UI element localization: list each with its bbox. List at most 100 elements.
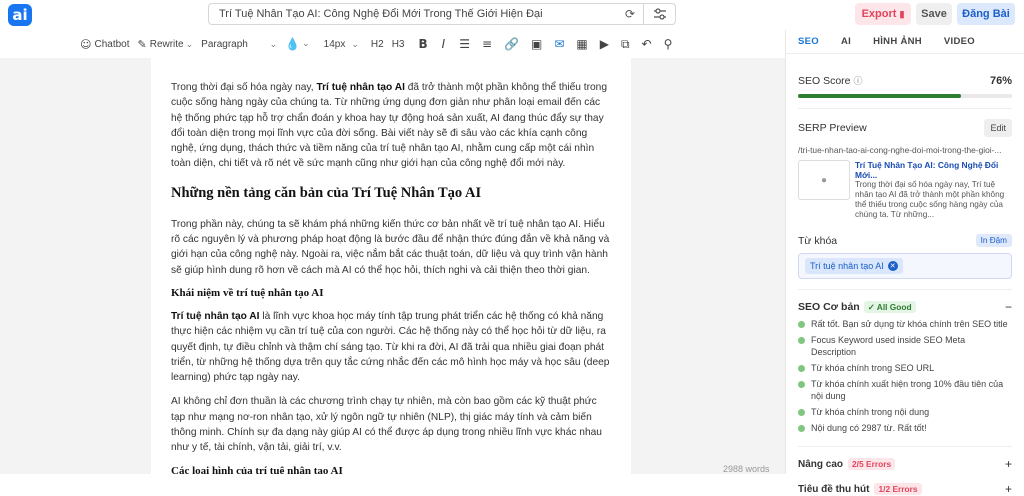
serp-description: Trong thời đại số hóa ngày nay, Trí tuệ … bbox=[855, 180, 1005, 219]
seo-score-bar bbox=[798, 94, 1012, 98]
refresh-icon[interactable]: ⟳ bbox=[617, 4, 643, 24]
pdf-icon: ▮ bbox=[899, 8, 905, 19]
rewrite-button[interactable]: ✎ Rewrite ⌄ bbox=[134, 33, 198, 55]
paragraph[interactable]: AI không chỉ đơn thuần là các chương trì… bbox=[171, 394, 611, 455]
error-badge: 2/5 Errors bbox=[848, 457, 896, 470]
chatbot-button[interactable]: ☺ Chatbot bbox=[76, 33, 134, 55]
check-icon bbox=[798, 336, 805, 344]
advanced-label: Nâng cao bbox=[798, 458, 844, 470]
undo-icon[interactable]: ↶ bbox=[638, 33, 656, 55]
check-item: Focus Keyword used inside SEO Meta Descr… bbox=[798, 334, 1012, 358]
app-logo[interactable]: ai bbox=[8, 4, 32, 26]
bullet-list-icon[interactable]: ☰ bbox=[455, 33, 474, 55]
bold-keyword-badge[interactable]: In Đậm bbox=[975, 234, 1012, 247]
keyword-bold: Trí tuệ nhân tạo AI bbox=[171, 310, 260, 322]
headline-header[interactable]: Tiêu đề thu hút 1/2 Errors + bbox=[798, 482, 1012, 496]
doc-title-field[interactable]: Trí Tuệ Nhân Tạo AI: Công Nghệ Đổi Mới T… bbox=[208, 3, 676, 25]
serp-title: Trí Tuệ Nhân Tạo AI: Công Nghệ Đổi Mới..… bbox=[855, 160, 999, 180]
font-size-select[interactable]: 14px ⌄ bbox=[320, 33, 363, 55]
expand-icon[interactable]: + bbox=[1005, 482, 1012, 496]
seo-sidebar: SEO AI HÌNH ẢNH VIDEO SEO Score ⓘ 76% SE… bbox=[785, 30, 1024, 496]
text-color-icon[interactable]: 💧 ⌄ bbox=[281, 33, 314, 55]
serp-header: SERP Preview Edit bbox=[798, 119, 1012, 137]
seo-score-label: SEO Score ⓘ bbox=[798, 75, 863, 87]
h3-button[interactable]: H3 bbox=[388, 33, 409, 55]
headline-label: Tiêu đề thu hút bbox=[798, 483, 870, 495]
chevron-down-icon: ⌄ bbox=[185, 38, 194, 49]
collapse-icon[interactable]: − bbox=[1005, 300, 1012, 314]
rewrite-label: Rewrite bbox=[149, 38, 184, 50]
basic-seo-header[interactable]: SEO Cơ bản ✓ All Good − bbox=[798, 300, 1012, 314]
numbered-list-icon[interactable]: ≡ bbox=[478, 33, 496, 55]
chevron-down-icon: ⌄ bbox=[351, 38, 359, 49]
heading-h3[interactable]: Các loại hình của trí tuệ nhân tạo AI bbox=[171, 465, 611, 474]
help-icon[interactable]: ⓘ bbox=[853, 76, 862, 86]
keyword-bold: Trí tuệ nhân tạo AI bbox=[316, 82, 405, 93]
close-icon[interactable]: ✕ bbox=[887, 261, 898, 271]
video-icon[interactable]: ▶ bbox=[596, 33, 613, 55]
heading-h2[interactable]: Những nền tảng căn bản của Trí Tuệ Nhân … bbox=[171, 185, 611, 202]
italic-button[interactable]: I bbox=[438, 33, 450, 55]
table-icon[interactable]: ▦ bbox=[572, 33, 591, 55]
h2-button[interactable]: H2 bbox=[367, 33, 388, 55]
export-button[interactable]: Export ▮ bbox=[855, 3, 911, 25]
image-placeholder-icon[interactable]: ● bbox=[798, 160, 850, 200]
check-list: Rất tốt. Bạn sử dụng từ khóa chính trên … bbox=[798, 318, 1012, 434]
serp-url: /tri-tue-nhan-tao-ai-cong-nghe-doi-moi-t… bbox=[798, 145, 1002, 155]
editor-canvas: Trong thời đại số hóa ngày nay, Trí tuệ … bbox=[0, 58, 785, 474]
doc-title[interactable]: Trí Tuệ Nhân Tạo AI: Công Nghệ Đổi Mới T… bbox=[219, 8, 617, 20]
keyword-header: Từ khóa In Đậm bbox=[798, 234, 1012, 247]
seo-score: SEO Score ⓘ 76% bbox=[798, 74, 1012, 88]
keyword-label: Từ khóa bbox=[798, 234, 838, 247]
export-label: Export bbox=[861, 8, 897, 20]
check-item: Từ khóa chính trong nội dung bbox=[798, 406, 1012, 418]
keyword-chip[interactable]: Trí tuệ nhân tạo AI ✕ bbox=[805, 258, 903, 274]
code-icon[interactable]: ⧉ bbox=[617, 33, 634, 55]
chevron-down-icon: ⌄ bbox=[302, 39, 310, 49]
document-page[interactable]: Trong thời đại số hóa ngày nay, Trí tuệ … bbox=[151, 58, 631, 474]
expand-icon[interactable]: + bbox=[1005, 457, 1012, 471]
top-bar: ai Trí Tuệ Nhân Tạo AI: Công Nghệ Đổi Mớ… bbox=[0, 0, 1024, 30]
check-icon bbox=[798, 364, 805, 372]
check-item: Từ khóa chính xuất hiện trong 10% đầu ti… bbox=[798, 378, 1012, 402]
heading-h3[interactable]: Khái niệm về trí tuệ nhân tạo AI bbox=[171, 287, 611, 299]
check-icon bbox=[798, 380, 805, 388]
check-icon bbox=[798, 320, 805, 328]
status-badge: ✓ All Good bbox=[863, 301, 916, 313]
edit-button[interactable]: Edit bbox=[984, 119, 1012, 137]
seo-score-value: 76% bbox=[989, 74, 1012, 87]
publish-button[interactable]: Đăng Bài bbox=[957, 3, 1015, 25]
tab-ai[interactable]: AI bbox=[841, 36, 851, 47]
link-icon[interactable]: 🔗 bbox=[500, 33, 523, 55]
paragraph-select[interactable]: Paragraph ⌄ bbox=[197, 33, 281, 55]
error-badge: 1/2 Errors bbox=[874, 482, 922, 495]
rewrite-icon: ✎ bbox=[137, 37, 147, 51]
check-item: Từ khóa chính trong SEO URL bbox=[798, 362, 1012, 374]
paragraph[interactable]: Trí tuệ nhân tạo AI là lĩnh vực khoa học… bbox=[171, 309, 611, 385]
advanced-header[interactable]: Nâng cao 2/5 Errors + bbox=[798, 457, 1012, 471]
check-item: Rất tốt. Bạn sử dụng từ khóa chính trên … bbox=[798, 318, 1012, 330]
seo-score-fill bbox=[798, 94, 961, 98]
font-size-value: 14px bbox=[323, 38, 346, 50]
tab-seo[interactable]: SEO bbox=[798, 36, 819, 47]
word-count: 2988 words bbox=[723, 464, 770, 474]
keyword-input[interactable]: Trí tuệ nhân tạo AI ✕ bbox=[798, 253, 1012, 279]
check-item: Nội dung có 2987 từ. Rất tốt! bbox=[798, 422, 1012, 434]
paragraph-value: Paragraph bbox=[201, 38, 248, 50]
save-button[interactable]: Save bbox=[916, 3, 952, 25]
intro-paragraph[interactable]: Trong thời đại số hóa ngày nay, Trí tuệ … bbox=[171, 80, 611, 172]
search-icon[interactable]: ⚲ bbox=[660, 33, 677, 55]
tab-video[interactable]: VIDEO bbox=[944, 36, 975, 47]
internal-link-icon[interactable]: ✉ bbox=[550, 33, 568, 55]
image-icon[interactable]: ▣ bbox=[527, 33, 546, 55]
tab-images[interactable]: HÌNH ẢNH bbox=[873, 36, 922, 47]
serp-preview: ● Trí Tuệ Nhân Tạo AI: Công Nghệ Đổi Mới… bbox=[798, 160, 1012, 220]
bold-button[interactable]: B bbox=[415, 33, 432, 55]
paragraph[interactable]: Trong phần này, chúng ta sẽ khám phá nhữ… bbox=[171, 217, 611, 278]
editor-toolbar: ☺ Chatbot ✎ Rewrite ⌄ Paragraph ⌄ 💧 ⌄ 14p… bbox=[0, 30, 785, 58]
chevron-down-icon: ⌄ bbox=[269, 38, 278, 49]
serp-label: SERP Preview bbox=[798, 122, 867, 134]
sliders-icon[interactable] bbox=[643, 4, 675, 24]
check-icon bbox=[798, 408, 805, 416]
chatbot-icon: ☺ bbox=[80, 37, 92, 51]
